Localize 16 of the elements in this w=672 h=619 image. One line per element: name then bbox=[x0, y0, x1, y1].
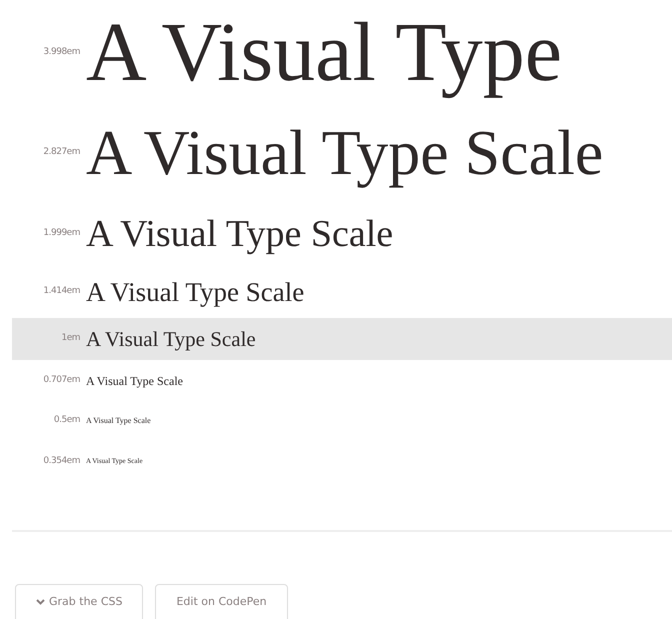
dropdown-button[interactable]: Grab the CSS bbox=[15, 584, 144, 619]
sample-text: A Visual Type Scale bbox=[86, 328, 256, 350]
scale-label: 3.998em bbox=[42, 46, 81, 59]
scale-label: 0.354em bbox=[42, 454, 81, 468]
scale-label: 1em bbox=[60, 332, 81, 346]
scale-label: 1.414em bbox=[42, 285, 81, 298]
scale-label: 1.999em bbox=[42, 226, 81, 240]
scale-label: 2.827em bbox=[42, 146, 81, 160]
link-button[interactable]: Edit on CodePen bbox=[155, 584, 288, 619]
scale-label: 0.5em bbox=[52, 414, 81, 428]
chevron-down-icon bbox=[36, 599, 45, 605]
scale-label: 0.707em bbox=[42, 374, 81, 387]
sample-text: A Visual Type Scale bbox=[86, 417, 151, 425]
sample-text: A Visual Type Scale bbox=[86, 374, 183, 386]
sample-text: A Visual Type Scale bbox=[86, 214, 394, 252]
sample-text: A Visual Type Scale bbox=[86, 278, 304, 306]
